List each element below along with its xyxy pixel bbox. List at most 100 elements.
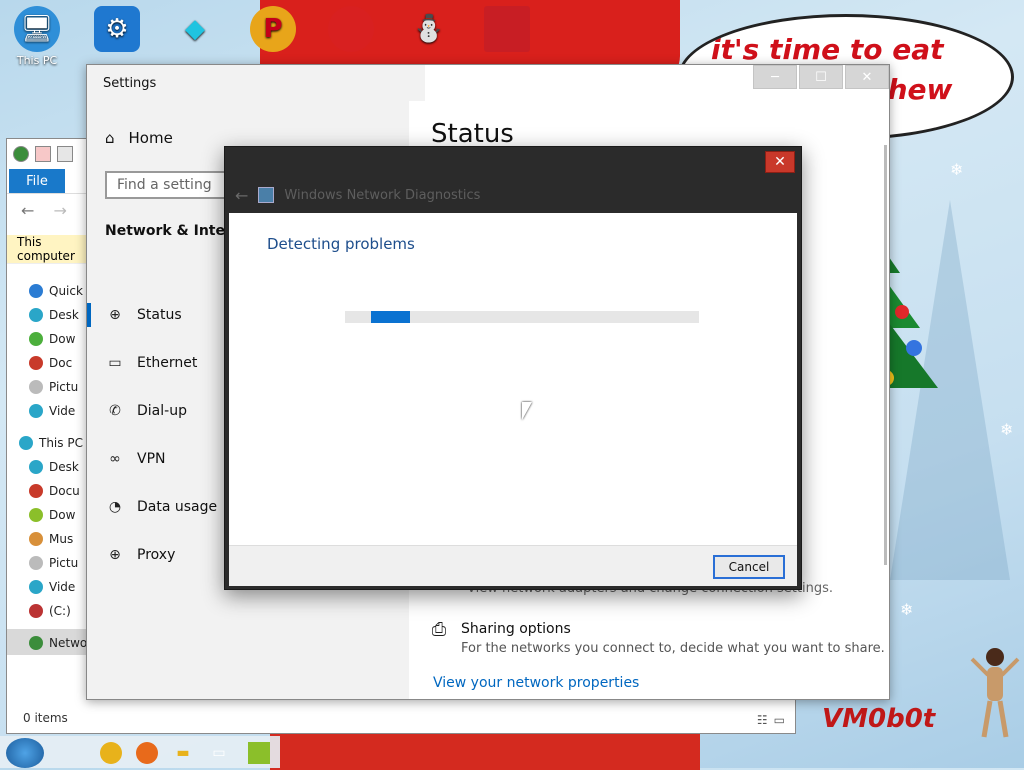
firefox-icon[interactable] — [136, 742, 158, 764]
desktop-icon-this-pc[interactable]: 🖥 This PC — [8, 6, 66, 67]
store-icon[interactable]: ▭ — [208, 742, 230, 764]
folder-icon — [29, 356, 43, 370]
ethernet-icon: ▭ — [108, 355, 122, 371]
explorer-address-bar[interactable]: This computer — [7, 235, 97, 264]
network-diagnostics-dialog: ✕ ← Windows Network Diagnostics Detectin… — [224, 146, 802, 590]
tree-item-label: Docu — [49, 484, 80, 498]
dialog-close-button[interactable]: ✕ — [765, 151, 795, 173]
tree-item-label: Desk — [49, 308, 79, 322]
tree-item-label: Desk — [49, 460, 79, 474]
settings-window-controls: ─ ☐ ✕ — [753, 65, 889, 89]
sharing-icon: ⎙ — [431, 618, 447, 640]
sharing-options-link[interactable]: ⎙ Sharing options For the networks you c… — [431, 618, 885, 657]
minimize-button[interactable]: ─ — [753, 65, 797, 89]
dialog-body: Detecting problems — [229, 213, 797, 545]
red-box-icon — [484, 6, 530, 52]
desktop-icon-snowman[interactable]: ⛄ — [400, 6, 458, 54]
pie-icon: ◔ — [108, 499, 122, 515]
snowflake: ❄ — [1000, 420, 1014, 439]
cancel-button[interactable]: Cancel — [713, 555, 785, 579]
tree-item-label: Pictu — [49, 556, 79, 570]
large-icons-view-icon[interactable]: ▭ — [774, 713, 785, 727]
nav-item-label: Status — [137, 307, 182, 323]
forward-arrow-icon[interactable]: → — [54, 201, 67, 220]
folder-icon — [29, 308, 43, 322]
back-arrow-icon[interactable]: ← — [235, 186, 248, 205]
detecting-status-text: Detecting problems — [267, 235, 415, 253]
nav-item-label: VPN — [137, 451, 166, 467]
dialog-header: ← Windows Network Diagnostics — [225, 177, 811, 213]
tree-item-label: Mus — [49, 532, 74, 546]
tree-item-label: Dow — [49, 332, 76, 346]
mouse-cursor-icon — [522, 402, 532, 420]
vm-watermark-text: VM0b0t — [822, 704, 936, 734]
properties-icon[interactable] — [35, 146, 51, 162]
explorer-view-buttons: ☷ ▭ — [757, 713, 785, 727]
home-nav-item[interactable]: ⌂ Home — [105, 129, 173, 147]
diagnostics-taskbar-icon[interactable] — [248, 742, 270, 764]
tree-item-label: (C:) — [49, 604, 71, 618]
progress-bar-fill — [371, 311, 410, 323]
folder-icon — [29, 580, 43, 594]
new-folder-icon[interactable] — [57, 146, 73, 162]
view-network-properties-link[interactable]: View your network properties — [433, 675, 639, 691]
angry-bird-icon — [328, 6, 374, 52]
folder-icon — [29, 532, 43, 546]
settings-titlebar-title: Settings — [87, 65, 425, 101]
diamond-icon: ◆ — [185, 14, 205, 44]
desktop-icon-red-box[interactable] — [478, 6, 536, 54]
snowflake: ❄ — [950, 160, 964, 179]
desktop-icon-tweakos[interactable]: ⚙ — [88, 6, 146, 54]
gear-icon: ⚙ — [94, 6, 140, 52]
tree-item-label: Netwo — [49, 636, 88, 650]
star-icon — [29, 284, 43, 298]
p-badge-icon: P — [250, 6, 296, 52]
folder-icon — [29, 380, 43, 394]
close-button[interactable]: ✕ — [845, 65, 889, 89]
globe-icon: ⊕ — [109, 307, 121, 323]
start-button[interactable] — [6, 738, 44, 768]
dancer-figure-decoration — [970, 648, 1020, 738]
nav-item-label: Proxy — [137, 547, 176, 563]
nav-item-label: Dial-up — [137, 403, 187, 419]
tree-item-label: Vide — [49, 580, 76, 594]
folder-icon[interactable]: ▬ — [172, 742, 194, 764]
chrome-icon[interactable] — [100, 742, 122, 764]
home-icon: ⌂ — [105, 129, 115, 147]
monitor-icon — [19, 436, 33, 450]
sharing-title: Sharing options — [461, 621, 571, 637]
page-title: Status — [431, 119, 514, 149]
snowman-icon: ⛄ — [412, 14, 446, 44]
dialog-footer: Cancel — [229, 545, 797, 586]
maximize-button[interactable]: ☐ — [799, 65, 843, 89]
wallpaper-santa-bottom — [270, 730, 700, 770]
explorer-nav-arrows: ← → — [21, 201, 67, 220]
scrollbar[interactable] — [884, 145, 887, 565]
desktop-icon-youtube[interactable] — [322, 6, 380, 54]
folder-icon — [29, 404, 43, 418]
monitor-icon: 🖥 — [14, 6, 60, 52]
tree-item-label: Pictu — [49, 380, 79, 394]
globe-icon: ⊕ — [109, 547, 121, 563]
phone-icon: ✆ — [109, 403, 121, 419]
snowflake: ❄ — [900, 600, 914, 619]
dialog-title: Windows Network Diagnostics — [284, 187, 481, 203]
tree-item-label: Vide — [49, 404, 76, 418]
network-icon — [29, 636, 43, 650]
folder-icon — [29, 460, 43, 474]
details-view-icon[interactable]: ☷ — [757, 713, 768, 727]
desktop-icon-pegging[interactable]: P — [244, 6, 302, 54]
folder-icon — [29, 508, 43, 522]
explorer-app-icon — [13, 146, 29, 162]
drive-icon — [29, 604, 43, 618]
file-tab[interactable]: File — [9, 169, 65, 193]
explorer-status-text: 0 items — [23, 711, 68, 725]
find-setting-placeholder: Find a setting — [117, 177, 212, 193]
desktop-icon-diamond[interactable]: ◆ — [166, 6, 224, 54]
nav-item-label: Data usage — [137, 499, 218, 515]
folder-icon — [29, 484, 43, 498]
diagnostics-app-icon — [258, 187, 275, 203]
home-label: Home — [128, 129, 173, 147]
back-arrow-icon[interactable]: ← — [21, 201, 34, 220]
tree-item-label: Quick — [49, 284, 83, 298]
